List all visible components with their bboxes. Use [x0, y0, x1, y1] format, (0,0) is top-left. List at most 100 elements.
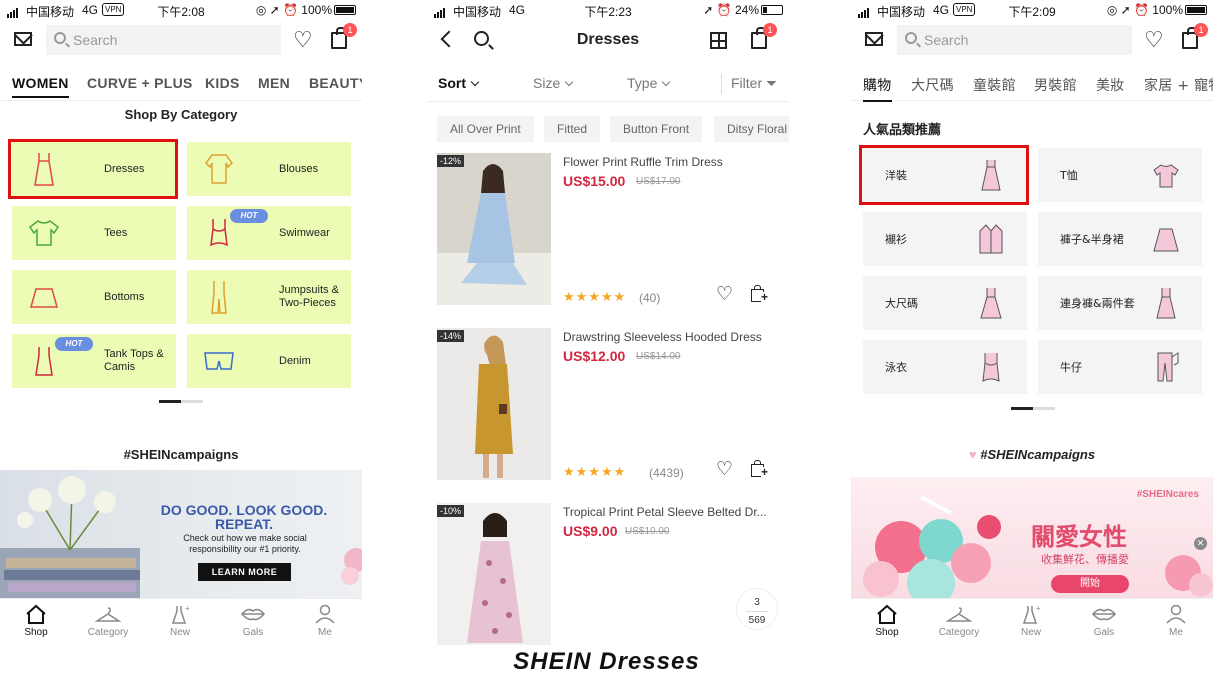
product-image[interactable]	[437, 503, 551, 645]
nav-gals[interactable]: Gals	[1074, 604, 1134, 638]
product-image[interactable]	[437, 153, 551, 305]
home-icon	[877, 604, 897, 624]
category-tile-plus-size[interactable]: 大尺碼	[863, 276, 1027, 330]
nav-label: Me	[1169, 627, 1183, 638]
page-indicator[interactable]: 3 569	[736, 588, 778, 630]
tab-beauty[interactable]: BEAUTY	[309, 75, 362, 91]
product-name[interactable]: Tropical Print Petal Sleeve Belted Dr...	[563, 505, 773, 519]
tab-men[interactable]: MEN	[258, 75, 290, 91]
search-icon	[54, 32, 66, 44]
campaign-banner[interactable]: #SHEINcares 關愛女性 收集鮮花、傳播愛 開始 ✕	[851, 477, 1213, 598]
wishlist-heart-icon[interactable]: ♡	[716, 460, 733, 479]
nav-me[interactable]: Me	[1146, 604, 1206, 638]
filter-bar: Sort Size Type Filter ⏷	[427, 68, 789, 102]
category-tile-tank-tops[interactable]: HOT Tank Tops & Camis	[12, 334, 176, 388]
product-name[interactable]: Flower Print Ruffle Trim Dress	[563, 155, 773, 169]
category-label: T恤	[1060, 169, 1078, 182]
nav-gals[interactable]: Gals	[223, 604, 283, 638]
category-tile-pants-skirts[interactable]: 褲子&半身裙	[1038, 212, 1202, 266]
tab-plus-size[interactable]: 大尺碼	[911, 75, 954, 95]
start-button[interactable]: 開始	[1051, 575, 1129, 593]
nav-category[interactable]: Category	[929, 604, 989, 638]
flower-decoration	[1165, 555, 1213, 597]
category-tile-denim[interactable]: 牛仔	[1038, 340, 1202, 394]
category-tile-swimwear[interactable]: HOT Swimwear	[187, 206, 351, 260]
chip[interactable]: Fitted	[544, 116, 601, 142]
category-tile-tees[interactable]: Tees	[12, 206, 176, 260]
discount-badge: -14%	[437, 330, 465, 342]
filter-button[interactable]: Filter ⏷	[731, 75, 777, 92]
nav-me[interactable]: Me	[295, 604, 355, 638]
product-card[interactable]: -14% Drawstring Sleeveless Hooded Dress …	[437, 328, 789, 488]
section-title: 人氣品類推薦	[863, 123, 942, 138]
tee-icon	[28, 220, 60, 246]
heart-icon: ♥	[968, 447, 977, 462]
top-bar: Search ♡ 1	[851, 22, 1213, 60]
nav-new[interactable]: + New	[150, 604, 210, 638]
wishlist-heart-icon[interactable]: ♡	[1144, 29, 1164, 51]
tab-curve-plus[interactable]: CURVE + PLUS	[87, 75, 193, 91]
chip[interactable]: All Over Print	[437, 116, 534, 142]
shirt-icon	[979, 224, 1003, 254]
battery-icon	[761, 5, 783, 15]
category-tile-tee[interactable]: T恤	[1038, 148, 1202, 202]
highlight-box	[859, 145, 1029, 205]
filter-label: Filter	[731, 75, 763, 91]
product-name[interactable]: Drawstring Sleeveless Hooded Dress	[563, 330, 773, 344]
hanger-icon	[95, 607, 121, 622]
product-image[interactable]	[437, 328, 551, 480]
category-tile-jumpsuits[interactable]: 連身褲&兩件套	[1038, 276, 1202, 330]
tab-home-pets[interactable]: 家居 + 寵物	[1144, 75, 1213, 95]
close-icon[interactable]: ✕	[1194, 537, 1207, 550]
grid-view-icon[interactable]	[710, 32, 727, 49]
tab-shop[interactable]: 購物	[863, 75, 892, 102]
sort-dropdown[interactable]: Sort	[438, 75, 480, 91]
size-dropdown[interactable]: Size	[533, 75, 574, 91]
skirt-icon	[30, 288, 58, 308]
review-count: (40)	[639, 291, 661, 305]
shop-screen-en: 中国移动 4G VPN 下午2:08 ◎ ➚ ⏰ 100% Search ♡ 1…	[0, 0, 362, 645]
category-tile-swimwear[interactable]: 泳衣	[863, 340, 1027, 394]
wishlist-heart-icon[interactable]: ♡	[716, 285, 733, 304]
category-tile-jumpsuits[interactable]: Jumpsuits & Two-Pieces	[187, 270, 351, 324]
tab-women[interactable]: WOMEN	[12, 75, 69, 98]
battery-status: ➚ ⏰ 24%	[703, 3, 783, 17]
type-dropdown[interactable]: Type	[627, 75, 671, 91]
add-to-cart-icon[interactable]	[751, 460, 769, 477]
status-bar: 中国移动 4G 下午2:23 ➚ ⏰ 24%	[427, 0, 789, 20]
category-tabs: WOMEN CURVE + PLUS KIDS MEN BEAUTY	[0, 73, 362, 101]
original-price: US$17.00	[636, 176, 681, 187]
nav-shop[interactable]: Shop	[857, 604, 917, 638]
battery-percent: 100%	[1152, 3, 1183, 17]
category-tile-denim[interactable]: Denim	[187, 334, 351, 388]
nav-new[interactable]: + New	[1001, 604, 1061, 638]
category-tile-bottoms[interactable]: Bottoms	[12, 270, 176, 324]
nav-category[interactable]: Category	[78, 604, 138, 638]
battery-icon	[1185, 5, 1207, 15]
chip[interactable]: Ditsy Floral	[714, 116, 789, 142]
mail-icon[interactable]	[865, 32, 883, 46]
wishlist-heart-icon[interactable]: ♡	[293, 29, 313, 51]
search-input[interactable]: Search	[46, 25, 281, 55]
chip[interactable]: Button Front	[610, 116, 703, 142]
mail-icon[interactable]	[14, 32, 32, 46]
cart-badge: 1	[1194, 23, 1208, 37]
category-tabs: 購物 大尺碼 童裝館 男裝館 美妝 家居 + 寵物	[851, 73, 1213, 102]
nav-shop[interactable]: Shop	[6, 604, 66, 638]
add-to-cart-icon[interactable]	[751, 285, 769, 302]
product-card[interactable]: -12% Flower Print Ruffle Trim Dress US$1…	[437, 153, 789, 313]
search-input[interactable]: Search	[897, 25, 1132, 55]
category-tile-blouses[interactable]: Blouses	[187, 142, 351, 196]
nav-label: Me	[318, 627, 332, 638]
tab-kids[interactable]: 童裝館	[973, 75, 1016, 95]
tab-kids[interactable]: KIDS	[205, 75, 240, 91]
tab-beauty[interactable]: 美妝	[1096, 75, 1125, 95]
campaign-banner[interactable]: DO GOOD. LOOK GOOD. REPEAT. Check out ho…	[0, 470, 362, 598]
original-price: US$14.00	[636, 351, 681, 362]
nav-label: New	[1020, 627, 1041, 638]
battery-percent: 24%	[734, 3, 759, 17]
learn-more-button[interactable]: LEARN MORE	[198, 563, 291, 581]
category-tile-shirt[interactable]: 襯衫	[863, 212, 1027, 266]
status-bar: 中国移动 4G VPN 下午2:09 ◎ ➚ ⏰ 100%	[851, 0, 1213, 20]
tab-men[interactable]: 男裝館	[1034, 75, 1077, 95]
